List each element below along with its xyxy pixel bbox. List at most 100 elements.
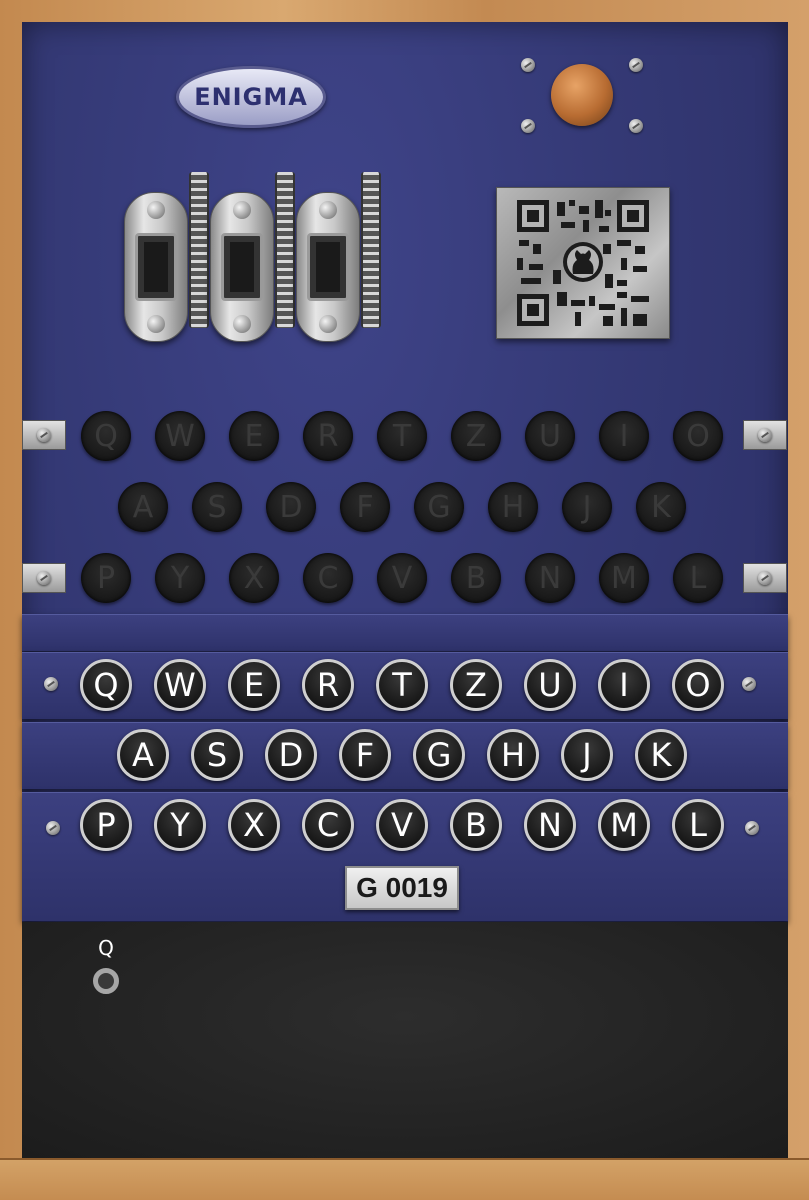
key-o[interactable]: O [672, 659, 724, 711]
knob-screw-icon [521, 119, 535, 133]
key-b[interactable]: B [450, 799, 502, 851]
rotor-thumbwheel-2[interactable] [275, 172, 295, 328]
screw-icon [745, 821, 759, 835]
lamp-label: Z [465, 418, 487, 454]
screw-icon [742, 677, 756, 691]
key-label: D [278, 736, 304, 774]
serial-number-plate: G 0019 [345, 866, 459, 910]
copper-knob[interactable] [551, 64, 613, 126]
lamp-label: S [207, 489, 227, 525]
lampboard-bracket [22, 563, 66, 593]
key-q[interactable]: Q [80, 659, 132, 711]
logo-text: ENIGMA [194, 83, 308, 111]
lamp-label: X [243, 560, 265, 596]
key-c[interactable]: C [302, 799, 354, 851]
output-marker-icon[interactable] [93, 968, 119, 994]
key-label: M [610, 806, 638, 844]
key-g[interactable]: G [413, 729, 465, 781]
lamp-d: D [266, 482, 316, 532]
lamp-b: B [451, 553, 501, 603]
key-label: U [538, 666, 562, 704]
key-r[interactable]: R [302, 659, 354, 711]
lamp-z: Z [451, 411, 501, 461]
lamp-m: M [599, 553, 649, 603]
qr-code-plate[interactable] [496, 187, 670, 339]
key-label: T [392, 666, 412, 704]
lamp-label: K [651, 489, 671, 525]
lamp-label: O [686, 418, 710, 454]
lamp-g: G [414, 482, 464, 532]
lamp-p: P [81, 553, 131, 603]
rotor-thumbwheel-3[interactable] [361, 172, 381, 328]
key-m[interactable]: M [598, 799, 650, 851]
lamp-label: I [619, 418, 629, 454]
key-a[interactable]: A [117, 729, 169, 781]
lamp-label: F [356, 489, 374, 525]
lamp-c: C [303, 553, 353, 603]
lamp-label: D [279, 489, 303, 525]
key-label: R [316, 666, 340, 704]
key-label: Q [93, 666, 119, 704]
lamp-label: P [96, 560, 116, 596]
screw-icon [44, 677, 58, 691]
lampboard-bracket [743, 420, 787, 450]
lamp-j: J [562, 482, 612, 532]
key-l[interactable]: L [672, 799, 724, 851]
lampboard-bracket [743, 563, 787, 593]
key-u[interactable]: U [524, 659, 576, 711]
key-s[interactable]: S [191, 729, 243, 781]
key-d[interactable]: D [265, 729, 317, 781]
screw-icon [37, 571, 51, 585]
key-e[interactable]: E [228, 659, 280, 711]
lamp-t: T [377, 411, 427, 461]
key-label: L [689, 806, 707, 844]
key-f[interactable]: F [339, 729, 391, 781]
lamp-q: Q [81, 411, 131, 461]
key-y[interactable]: Y [154, 799, 206, 851]
key-label: H [500, 736, 526, 774]
key-j[interactable]: J [561, 729, 613, 781]
key-z[interactable]: Z [450, 659, 502, 711]
lamp-v: V [377, 553, 427, 603]
rotor-1[interactable] [124, 192, 188, 342]
key-label: V [391, 806, 413, 844]
key-k[interactable]: K [635, 729, 687, 781]
knob-screw-icon [629, 119, 643, 133]
key-label: F [355, 736, 375, 774]
key-label: Z [465, 666, 487, 704]
rotor-3[interactable] [296, 192, 360, 342]
lamp-label: A [132, 489, 154, 525]
screw-icon [37, 428, 51, 442]
enigma-machine: E N I G M A Q W E R T Z U I O A S D F G H J K… [0, 0, 809, 1200]
key-i[interactable]: I [598, 659, 650, 711]
key-label: I [619, 666, 629, 704]
lamp-f: F [340, 482, 390, 532]
knob-screw-icon [629, 58, 643, 72]
lamp-x: X [229, 553, 279, 603]
rotor-2[interactable] [210, 192, 274, 342]
key-p[interactable]: P [80, 799, 132, 851]
wood-frame-bottom [0, 1158, 809, 1200]
key-label: C [316, 806, 340, 844]
key-w[interactable]: W [154, 659, 206, 711]
key-n[interactable]: N [524, 799, 576, 851]
lamp-y: Y [155, 553, 205, 603]
rotor-thumbwheel-1[interactable] [189, 172, 209, 328]
key-t[interactable]: T [376, 659, 428, 711]
key-label: J [582, 736, 592, 774]
lamp-label: G [427, 489, 451, 525]
key-v[interactable]: V [376, 799, 428, 851]
lamp-e: E [229, 411, 279, 461]
lamp-label: U [539, 418, 561, 454]
lamp-k: K [636, 482, 686, 532]
key-label: N [538, 806, 562, 844]
key-x[interactable]: X [228, 799, 280, 851]
lamp-label: J [582, 489, 592, 525]
screw-icon [46, 821, 60, 835]
key-label: S [206, 736, 228, 774]
key-h[interactable]: H [487, 729, 539, 781]
lampboard-bracket [22, 420, 66, 450]
lamp-label: E [244, 418, 264, 454]
rotor-screw-icon [233, 201, 251, 219]
output-area [22, 922, 788, 1158]
